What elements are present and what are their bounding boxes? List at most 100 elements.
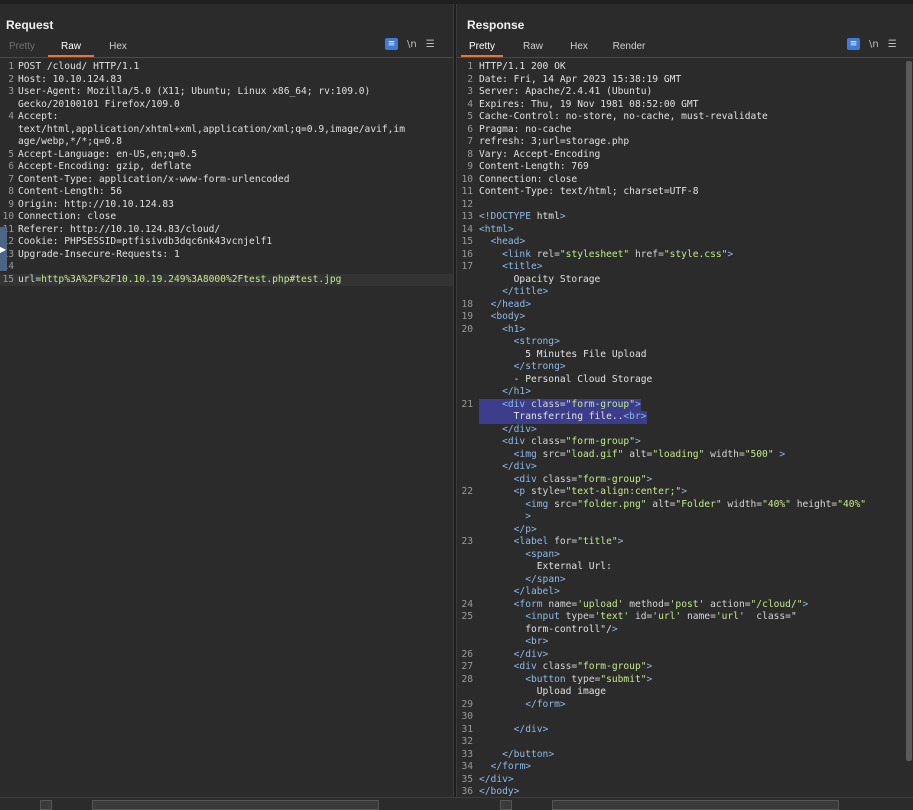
response-tool-icons: ≡ \n ☰ (847, 38, 897, 50)
line-text: <form name='upload' method='post' action… (513, 598, 809, 610)
code-line: 5 Cache-Control: no-store, no-cache, must… (457, 111, 913, 124)
line-number: 16 (461, 248, 473, 260)
line-number: 23 (461, 536, 473, 547)
line-text: Connection: close (18, 211, 117, 222)
line-text: 5 Minutes File Upload (479, 348, 647, 360)
line-number: 15 (461, 236, 473, 247)
line-number: 7 (8, 173, 14, 185)
line-text: </div> (513, 648, 549, 660)
request-tab-pretty[interactable]: Pretty (2, 41, 42, 57)
wrap-lines-icon[interactable]: ≡ (847, 38, 860, 50)
code-line: 5 Minutes File Upload (457, 349, 913, 362)
response-search-input[interactable] (552, 800, 839, 810)
line-number: 26 (461, 648, 473, 660)
line-text: Opacity Storage (479, 273, 601, 285)
line-text: <body> (490, 311, 526, 322)
code-line: 3 Server: Apache/2.4.41 (Ubuntu) (457, 86, 913, 99)
line-number: 6 (8, 161, 14, 172)
line-text: </title> (502, 286, 549, 297)
code-line: 4 Expires: Thu, 19 Nov 1981 08:52:00 GMT (457, 99, 913, 112)
line-text: <title> (502, 261, 543, 272)
line-text: </span> (525, 573, 566, 585)
request-tab-hex[interactable]: Hex (100, 41, 136, 57)
response-scrollbar[interactable] (906, 61, 912, 796)
code-line: 35 </div> (457, 774, 913, 787)
request-search-input[interactable] (92, 800, 379, 810)
line-number: 8 (467, 148, 473, 160)
code-line: 11 Content-Type: text/html; charset=UTF-8 (457, 186, 913, 199)
code-line: 21 <div class="form-group"> (457, 398, 913, 411)
menu-icon[interactable]: ☰ (888, 39, 897, 50)
line-number: 5 (467, 111, 473, 122)
line-number: 15 (2, 273, 14, 285)
code-line: 30 (457, 711, 913, 724)
response-tab-pretty[interactable]: Pretty (461, 41, 503, 57)
code-line: 12 Cookie: PHPSESSID=ptfisivdb3dqc6nk43vc… (0, 236, 453, 249)
settings-button[interactable] (40, 800, 52, 810)
line-number: 33 (461, 748, 473, 760)
line-text: External Url: (479, 561, 612, 572)
code-line: 15 url=http%3A%2F%2F10.10.19.249%3A8000%2… (0, 273, 453, 286)
line-text: </strong> (513, 361, 566, 372)
line-text: <div class="form-group"> (479, 398, 641, 411)
code-line: 6 Pragma: no-cache (457, 124, 913, 137)
line-text: </form> (490, 761, 531, 772)
menu-icon[interactable]: ☰ (426, 39, 435, 50)
code-line: </title> (457, 286, 913, 299)
line-number: 22 (461, 486, 473, 497)
request-editor[interactable]: 1 POST /cloud/ HTTP/1.1 2 Host: 10.10.124.8… (0, 61, 453, 798)
line-text: </div> (502, 423, 537, 435)
line-text: Content-Type: text/html; charset=UTF-8 (479, 186, 699, 197)
play-icon: ▶ (0, 245, 7, 254)
line-text: <head> (490, 236, 526, 247)
line-number: 1 (467, 61, 473, 72)
scrollbar-thumb[interactable] (906, 61, 912, 761)
line-text: <link rel="stylesheet" href="style.css"> (502, 248, 734, 260)
response-tab-render[interactable]: Render (607, 41, 651, 57)
code-line: age/webp,*/*;q=0.8 (0, 136, 453, 149)
line-text: Accept-Language: en-US,en;q=0.5 (18, 148, 198, 160)
line-text: <input type='text' id='url' name='url' c… (525, 611, 797, 622)
settings-button-2[interactable] (500, 800, 512, 810)
code-line: Upload image (457, 686, 913, 699)
line-text: <br> (525, 636, 549, 647)
line-text: <label for="title"> (513, 536, 624, 547)
code-line: 18 </head> (457, 299, 913, 312)
line-number: 2 (8, 73, 14, 85)
line-number: 28 (461, 673, 473, 685)
code-line: </strong> (457, 361, 913, 374)
code-line: </span> (457, 574, 913, 587)
line-number: 3 (467, 86, 473, 97)
line-text: Origin: http://10.10.124.83 (18, 198, 174, 210)
code-line: - Personal Cloud Storage (457, 374, 913, 387)
request-tab-raw[interactable]: Raw (48, 41, 94, 57)
code-line: 29 </form> (457, 699, 913, 712)
line-number: 12 (461, 198, 473, 210)
response-editor[interactable]: 1 HTTP/1.1 200 OK 2 Date: Fri, 14 Apr 2023 … (457, 61, 913, 798)
line-text: <span> (525, 548, 560, 560)
newline-icon[interactable]: \n (407, 39, 417, 50)
line-text: <p style="text-align:center;"> (513, 486, 687, 497)
wrap-lines-icon[interactable]: ≡ (385, 38, 398, 50)
line-text: Content-Type: application/x-www-form-url… (18, 173, 290, 185)
line-text: url=http%3A%2F%2F10.10.19.249%3A8000%2Ft… (18, 273, 342, 285)
line-text: POST /cloud/ HTTP/1.1 (18, 61, 140, 72)
line-number: 20 (461, 323, 473, 335)
response-tab-raw[interactable]: Raw (513, 41, 553, 57)
line-number: 9 (8, 198, 14, 210)
line-text: Server: Apache/2.4.41 (Ubuntu) (479, 86, 653, 97)
code-line: 26 </div> (457, 649, 913, 662)
action-gutter-handle[interactable]: ▶ (0, 227, 7, 271)
line-number: 8 (8, 186, 14, 197)
code-line: 2 Date: Fri, 14 Apr 2023 15:38:19 GMT (457, 74, 913, 87)
response-tab-hex[interactable]: Hex (561, 41, 597, 57)
line-text: text/html,application/xhtml+xml,applicat… (18, 123, 405, 135)
newline-icon[interactable]: \n (869, 39, 879, 50)
code-line: External Url: (457, 561, 913, 574)
code-line: 10 Connection: close (457, 174, 913, 187)
request-tool-icons: ≡ \n ☰ (385, 38, 435, 50)
line-number: 4 (8, 111, 14, 122)
code-line: <div class="form-group"> (457, 474, 913, 487)
line-text: refresh: 3;url=storage.php (479, 136, 630, 147)
code-line: 1 POST /cloud/ HTTP/1.1 (0, 61, 453, 74)
